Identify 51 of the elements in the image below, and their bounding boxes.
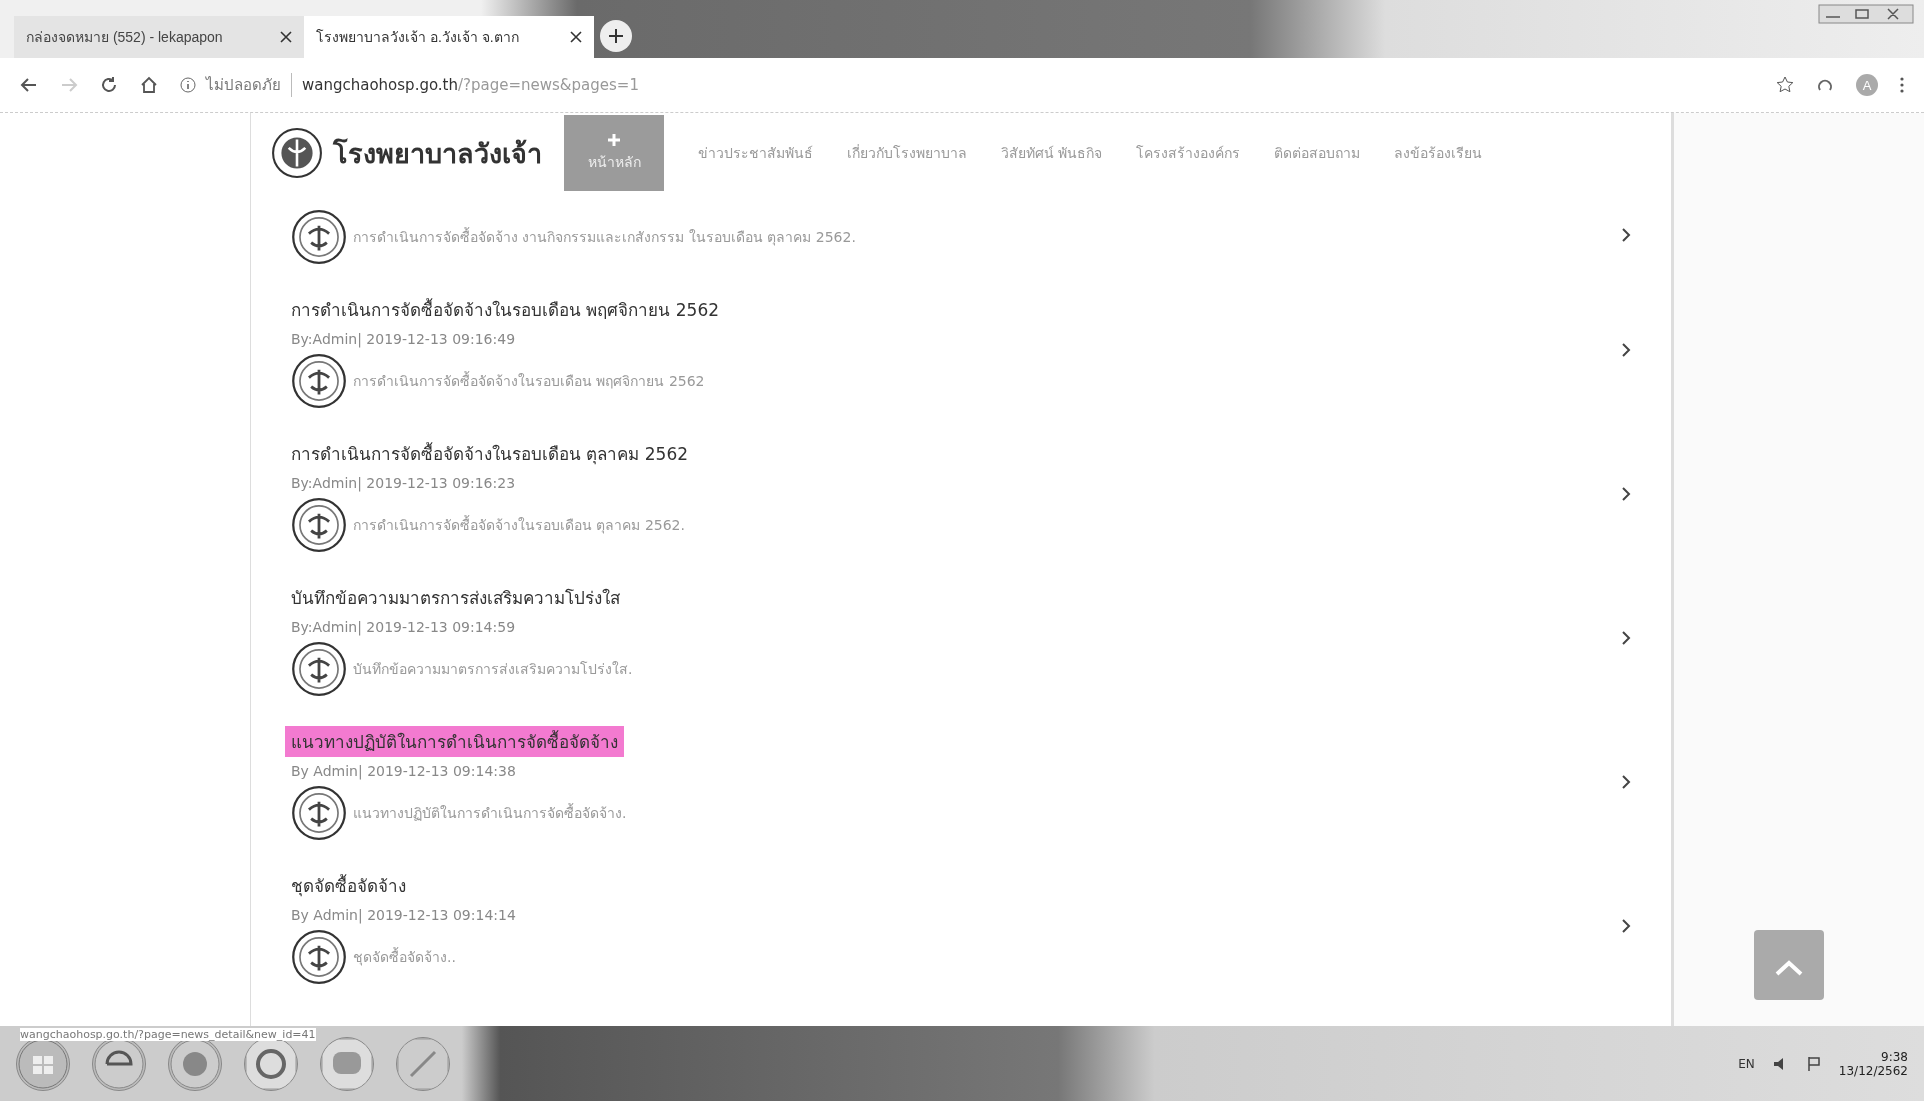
url-field[interactable]: wangchaohosp.go.th/?page=news&pages=1 (302, 76, 639, 94)
flag-icon[interactable] (1806, 1056, 1821, 1072)
site-name: โรงพยาบาลวังเจ้า (333, 136, 542, 171)
seal-logo-icon (291, 785, 347, 841)
menu-icon[interactable] (1900, 77, 1904, 93)
seal-logo-icon (291, 353, 347, 409)
chevron-right-icon[interactable] (1621, 341, 1631, 358)
clock-date[interactable]: 13/12/2562 (1838, 1064, 1908, 1078)
news-meta: By Admin| 2019-12-13 09:14:38 (291, 763, 517, 779)
language-indicator[interactable]: EN (1738, 1057, 1755, 1071)
chevron-right-icon[interactable] (1621, 917, 1631, 934)
news-title[interactable]: แนวทางปฏิบัติในการดำเนินการจัดซื้อจัดจ้าง (285, 726, 624, 757)
news-title[interactable]: ชุดจัดซื้อจัดจ้าง (285, 870, 412, 901)
news-title[interactable]: การดำเนินการจัดซื้อจัดจ้างในรอบเดือน ตุลาคม 2562 (285, 438, 695, 469)
chevron-right-icon[interactable] (1621, 773, 1631, 790)
news-title[interactable]: การดำเนินการจัดซื้อจัดจ้างในรอบเดือน พฤศจิกายน 2562 (285, 294, 726, 325)
close-icon[interactable] (280, 31, 292, 43)
back-icon[interactable] (20, 76, 38, 94)
seal-logo-icon (291, 641, 347, 697)
news-meta: By:Admin| 2019-12-13 09:14:59 (291, 619, 517, 635)
chevron-right-icon[interactable] (1621, 629, 1631, 646)
news-meta: By:Admin| 2019-12-13 09:16:49 (291, 331, 517, 347)
chevron-right-icon[interactable] (1621, 227, 1631, 243)
news-excerpt: การดำเนินการจัดซื้อจัดจ้างในรอบเดือน ตุลาคม 2562. (353, 514, 685, 536)
news-excerpt: บันทึกข้อความมาตรการส่งเสริมความโปร่งใส. (353, 660, 633, 679)
security-label: ไม่ปลอดภัย (206, 73, 292, 97)
plus-icon (607, 133, 621, 147)
news-excerpt: การดำเนินการจัดซื้อจัดจ้างในรอบเดือน พฤศจิกายน 2562 (353, 370, 705, 391)
info-icon[interactable] (180, 77, 196, 93)
reload-icon[interactable] (100, 76, 118, 94)
seal-logo-icon (291, 497, 347, 553)
seal-logo-icon (291, 209, 347, 265)
caret-up-icon (1774, 958, 1804, 977)
news-excerpt: การดำเนินการจัดซื้อจัดจ้าง งานกิจกรรมและเกสังกรรม ในรอบเดือน ตุลาคม 2562. (353, 226, 856, 248)
status-url: wangchaohosp.go.th/?page=news_detail&new_id=41 (20, 1028, 316, 1041)
hospital-logo-icon (271, 127, 323, 179)
browser-tab[interactable]: กล่องจดหมาย (552) - lekapapon (14, 16, 304, 58)
news-title[interactable]: บันทึกข้อความมาตรการส่งเสริมความโปร่งใส (285, 582, 626, 613)
news-meta: By:Admin| 2019-12-13 09:16:23 (291, 475, 517, 491)
news-excerpt: ชุดจัดซื้อจัดจ้าง.. (353, 946, 456, 968)
news-excerpt: แนวทางปฏิบัติในการดำเนินการจัดซื้อจัดจ้าง. (353, 802, 627, 823)
seal-logo-icon (291, 929, 347, 985)
star-icon[interactable] (1776, 76, 1794, 94)
chevron-right-icon[interactable] (1621, 485, 1631, 502)
home-icon[interactable] (140, 76, 158, 94)
close-icon[interactable] (570, 31, 582, 43)
window-controls-icon[interactable] (1818, 4, 1914, 24)
news-meta: By Admin| 2019-12-13 09:14:14 (291, 907, 517, 923)
browser-tab[interactable]: โรงพยาบาลวังเจ้า อ.วังเจ้า จ.ตาก (304, 16, 594, 58)
clock-time[interactable]: 9:38 (1881, 1050, 1908, 1064)
plus-icon[interactable] (600, 20, 632, 52)
